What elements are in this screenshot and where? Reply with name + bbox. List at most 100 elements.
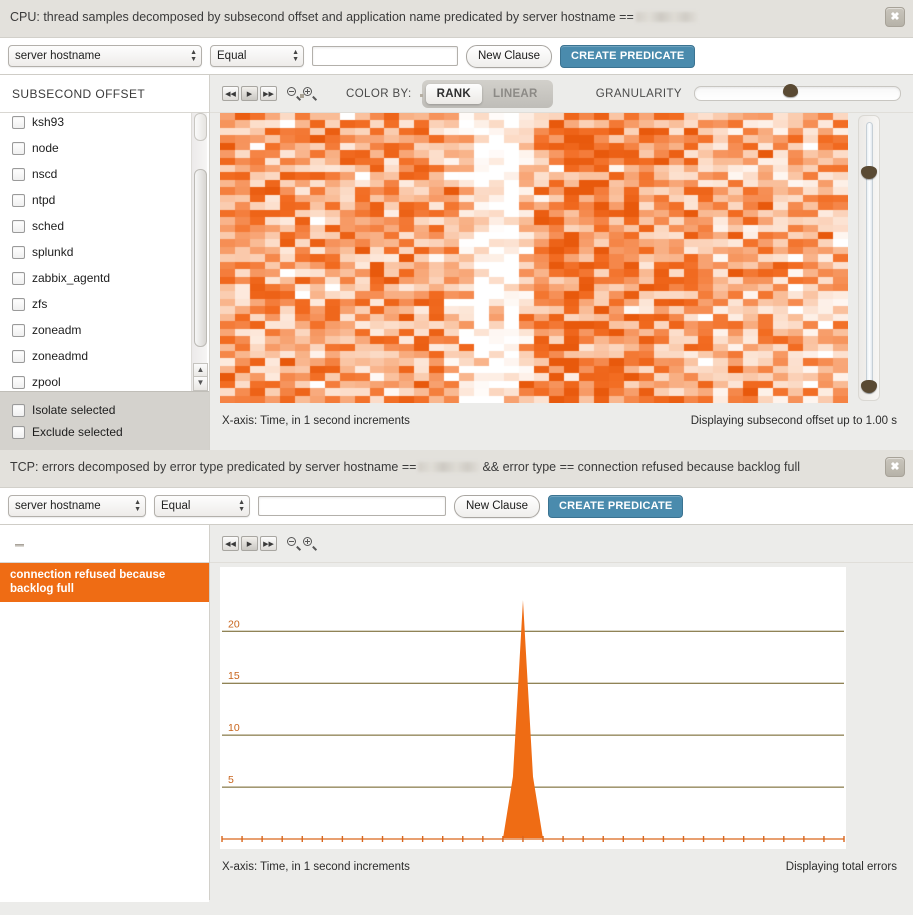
cpu-plot-area (210, 113, 913, 407)
list-item-label: zoneadmd (32, 349, 88, 363)
tcp-toolbar: ◀◀ ▶ ▶▶ (210, 525, 913, 563)
cpu-chart-column: ◀◀ ▶ ▶▶ COLOR BY: RANK LINEAR GRANULARIT… (210, 75, 913, 451)
cpu-sidebar-header: SUBSECOND OFFSET (0, 75, 209, 113)
checkbox-icon[interactable] (12, 324, 25, 337)
checkbox-icon[interactable] (12, 272, 25, 285)
list-item[interactable]: node (0, 135, 209, 161)
list-item[interactable]: ksh93 (0, 113, 209, 135)
cpu-sidebar-scrollbar[interactable]: ▲ ▼ (191, 113, 207, 391)
play-icon[interactable]: ▶ (241, 536, 258, 551)
cpu-value-input[interactable] (312, 46, 458, 66)
checkbox-icon[interactable] (12, 168, 25, 181)
checkbox-icon[interactable] (12, 404, 25, 417)
area-series-connection-refused[interactable] (222, 600, 844, 839)
checkbox-icon[interactable] (12, 298, 25, 311)
range-slider-track (866, 122, 873, 394)
tcp-create-predicate-button[interactable]: CREATE PREDICATE (548, 495, 683, 518)
granularity-slider-handle[interactable] (783, 84, 798, 97)
redacted-hostname (636, 12, 698, 22)
list-item[interactable]: ntpd (0, 187, 209, 213)
range-slider-upper-handle[interactable] (861, 166, 877, 179)
scrollbar-cap-top (194, 113, 207, 141)
checkbox-icon[interactable] (12, 116, 25, 129)
tcp-new-clause-button[interactable]: New Clause (454, 495, 540, 518)
tcp-sidebar: connection refused because backlog full (0, 525, 210, 900)
isolate-selected-label: Isolate selected (32, 403, 115, 417)
cpu-sidebar-list: ksh93 node nscd ntpd sched (0, 113, 209, 391)
list-item[interactable]: zabbix_agentd (0, 265, 209, 291)
tcp-value-input[interactable] (258, 496, 446, 516)
checkbox-icon[interactable] (12, 350, 25, 363)
zoom-out-icon[interactable] (287, 537, 300, 550)
tcp-xaxis-label: X-axis: Time, in 1 second increments (222, 861, 410, 873)
cpu-operator-select[interactable]: Equal ▲▼ (210, 45, 304, 67)
y-axis-tick-label: 20 (228, 618, 240, 630)
cpu-operator-select-value: Equal (217, 50, 246, 62)
tcp-field-select[interactable]: server hostname ▲▼ (8, 495, 146, 517)
tcp-field-select-value: server hostname (15, 500, 101, 512)
color-by-rank-button[interactable]: RANK (426, 84, 482, 104)
tcp-panel-title-suffix: && error type == connection refused beca… (482, 460, 800, 474)
rewind-icon[interactable]: ◀◀ (222, 536, 239, 551)
granularity-slider[interactable] (694, 86, 901, 101)
legend-item-connection-refused[interactable]: connection refused because backlog full (0, 563, 209, 602)
cpu-new-clause-button[interactable]: New Clause (466, 45, 552, 68)
exclude-selected-label: Exclude selected (32, 425, 123, 439)
cpu-panel: CPU: thread samples decomposed by subsec… (0, 0, 913, 448)
granularity-label: GRANULARITY (596, 88, 682, 100)
checkbox-icon[interactable] (12, 142, 25, 155)
list-item-label: ntpd (32, 193, 55, 207)
isolate-selected-row[interactable]: Isolate selected (0, 399, 209, 421)
checkbox-icon[interactable] (12, 194, 25, 207)
stepper-arrows-icon: ▲▼ (190, 49, 197, 63)
tcp-panel-title: TCP: errors decomposed by error type pre… (10, 460, 416, 474)
granularity-ticks (222, 94, 427, 100)
y-axis-tick-label: 15 (228, 670, 240, 682)
cpu-sidebar-footer: Isolate selected Exclude selected (0, 391, 209, 451)
tcp-plot-footer: X-axis: Time, in 1 second increments Dis… (210, 853, 913, 883)
tcp-operator-select[interactable]: Equal ▲▼ (154, 495, 250, 517)
list-item[interactable]: sched (0, 213, 209, 239)
heatmap-canvas[interactable] (220, 113, 848, 403)
checkbox-icon[interactable] (12, 426, 25, 439)
redacted-hostname (418, 462, 480, 472)
range-slider-lower-handle[interactable] (861, 380, 877, 393)
tcp-playback-controls: ◀◀ ▶ ▶▶ (222, 536, 277, 551)
area-chart[interactable]: 5 10 15 20 (220, 567, 846, 849)
tcp-panel: TCP: errors decomposed by error type pre… (0, 450, 913, 915)
scrollbar-thumb[interactable] (194, 169, 207, 347)
zoom-in-icon[interactable] (303, 537, 316, 550)
list-item[interactable]: zfs (0, 291, 209, 317)
cpu-body-row: SUBSECOND OFFSET ksh93 node nscd ntpd (0, 75, 913, 451)
cpu-panel-close-button[interactable]: ✖ (885, 7, 905, 27)
checkbox-icon[interactable] (12, 246, 25, 259)
heatmap-chart[interactable] (220, 113, 848, 403)
list-item[interactable]: nscd (0, 161, 209, 187)
collapse-dash-icon[interactable] (15, 544, 24, 547)
y-axis-tick-label: 5 (228, 774, 234, 786)
exclude-selected-row[interactable]: Exclude selected (0, 421, 209, 443)
list-item[interactable]: zoneadm (0, 317, 209, 343)
cpu-sidebar: SUBSECOND OFFSET ksh93 node nscd ntpd (0, 75, 210, 451)
scrollbar-down-arrow-icon[interactable]: ▼ (193, 376, 208, 391)
tcp-yaxis-label: Displaying total errors (786, 861, 897, 873)
subsecond-range-slider[interactable] (858, 115, 880, 401)
list-item-label: zpool (32, 375, 61, 389)
y-axis-tick-label: 10 (228, 722, 240, 734)
list-item-label: splunkd (32, 245, 73, 259)
list-item[interactable]: zpool (0, 369, 209, 391)
cpu-panel-titlebar: CPU: thread samples decomposed by subsec… (0, 0, 913, 38)
cpu-create-predicate-button[interactable]: CREATE PREDICATE (560, 45, 695, 68)
cpu-field-select[interactable]: server hostname ▲▼ (8, 45, 202, 67)
fast-forward-icon[interactable]: ▶▶ (260, 536, 277, 551)
list-item[interactable]: splunkd (0, 239, 209, 265)
list-item-label: node (32, 141, 59, 155)
tcp-panel-close-button[interactable]: ✖ (885, 457, 905, 477)
checkbox-icon[interactable] (12, 220, 25, 233)
tcp-operator-select-value: Equal (161, 500, 190, 512)
list-item[interactable]: zoneadmd (0, 343, 209, 369)
checkbox-icon[interactable] (12, 376, 25, 389)
color-by-linear-button[interactable]: LINEAR (482, 84, 549, 104)
cpu-panel-title: CPU: thread samples decomposed by subsec… (10, 10, 634, 24)
cpu-yaxis-label: Displaying subsecond offset up to 1.00 s (691, 415, 897, 427)
